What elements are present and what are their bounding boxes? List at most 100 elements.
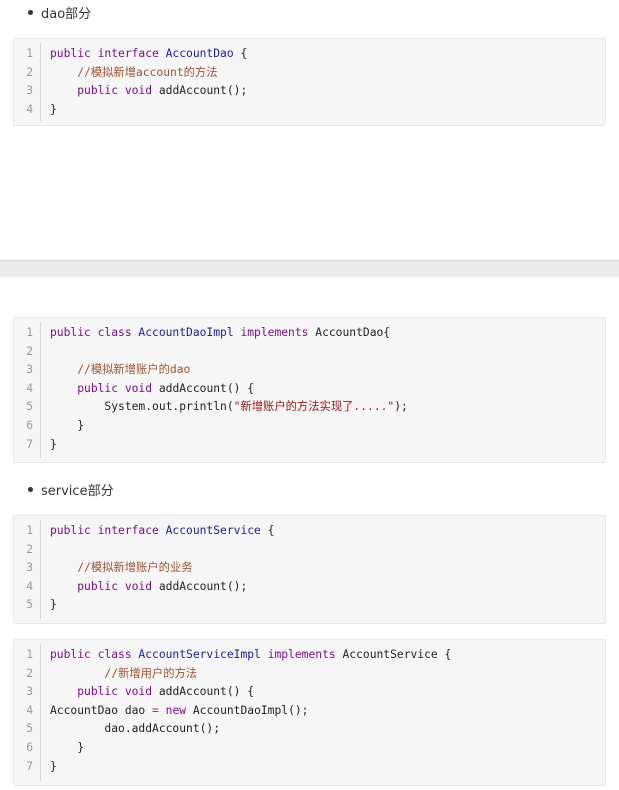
code-token: addAccount() { (158, 685, 255, 699)
line-number: 5 (26, 722, 33, 736)
code-token: "新增账户的方法实现了....." (233, 400, 395, 414)
code-token: class (97, 648, 139, 661)
code-token: { (260, 524, 275, 537)
code-token: //模拟新增账户的业务 (77, 561, 193, 575)
line-number: 5 (26, 598, 33, 612)
code-line: 2 //模拟新增account的方法 (14, 64, 605, 83)
code-text: AccountDao dao = new AccountDaoImpl(); (50, 702, 308, 721)
code-token: public (50, 47, 98, 60)
line-number: 2 (26, 542, 33, 556)
code-text: public void addAccount(); (50, 578, 247, 597)
code-line: 4} (14, 101, 605, 120)
bullet-dot (28, 9, 33, 15)
code-token: AccountService (165, 524, 261, 537)
service-section-heading: service部分 (28, 479, 114, 499)
code-text: //模拟新增account的方法 (50, 64, 218, 83)
code-text: } (50, 101, 57, 120)
code-text: public class AccountServiceImpl implemen… (50, 646, 451, 665)
code-token: AccountDao{ (315, 326, 391, 339)
code-line: 3 //模拟新增账户的dao (14, 361, 605, 380)
code-token: addAccount(); (158, 84, 248, 98)
code-line: 3 public void addAccount() { (14, 683, 605, 702)
code-token: void (124, 685, 159, 699)
code-token: void (124, 381, 159, 395)
line-number: 4 (26, 703, 33, 717)
code-line: 1 public class AccountDaoImpl implements … (14, 324, 605, 343)
code-text: } (50, 596, 57, 615)
code-token: public (77, 579, 125, 593)
code-text: } (50, 739, 84, 758)
line-number: 3 (26, 561, 33, 575)
code-token: AccountDaoImpl (138, 326, 241, 339)
code-text: //模拟新增账户的业务 (50, 559, 193, 578)
code-block-account-service-impl: 1 public class AccountServiceImpl impleme… (13, 639, 606, 786)
code-text: public interface AccountDao { (50, 45, 247, 64)
dao-section-label: dao部分 (41, 6, 92, 22)
code-token: //模拟新增账户的dao (77, 363, 191, 377)
line-number: 7 (26, 759, 33, 773)
code-line: 6 } (14, 417, 605, 436)
code-line: 2 //新增用户的方法 (14, 665, 605, 684)
code-text: //新增用户的方法 (50, 665, 197, 684)
code-text: //模拟新增账户的dao (50, 361, 190, 380)
code-token: public (50, 524, 98, 537)
code-line: 7} (14, 758, 605, 777)
dao-section-heading: dao部分 (28, 2, 91, 22)
code-token: //新增用户的方法 (104, 666, 198, 680)
code-token: } (50, 759, 57, 773)
code-token: AccountDao dao (50, 703, 153, 717)
code-token: ); (394, 400, 408, 414)
code-token: public (77, 685, 125, 699)
line-number: 1 (26, 326, 33, 339)
line-number: 6 (26, 741, 33, 754)
code-text: } (50, 417, 84, 436)
code-text: } (50, 758, 57, 777)
code-line: 7} (14, 436, 605, 455)
code-token: addAccount(); (158, 579, 248, 593)
code-line: 5} (14, 596, 605, 615)
code-token: AccountDaoImpl(); (192, 703, 309, 717)
line-number: 6 (26, 419, 33, 432)
code-token: implements (240, 326, 316, 339)
code-token: public (77, 381, 125, 395)
code-line: 3 //模拟新增账户的业务 (14, 559, 605, 578)
line-number: 3 (26, 363, 33, 377)
line-number: 4 (26, 579, 33, 593)
section-divider (0, 260, 619, 277)
code-token: interface (97, 524, 166, 537)
code-line: 4 public void addAccount() { (14, 380, 605, 399)
code-token: void (124, 84, 159, 98)
code-token: //模拟新增account的方法 (77, 65, 218, 79)
code-line: 1 public interface AccountDao { (14, 45, 605, 64)
code-token: class (97, 326, 139, 339)
service-section-label: service部分 (41, 483, 114, 499)
code-token: interface (97, 47, 166, 60)
code-token: addAccount() { (158, 381, 255, 395)
code-text: public void addAccount() { (50, 683, 254, 702)
line-number: 2 (26, 666, 33, 680)
code-text: public interface AccountService { (50, 522, 274, 541)
code-line: 6 } (14, 739, 605, 758)
code-line: 4 public void addAccount(); (14, 578, 605, 597)
line-number: 1 (26, 648, 33, 661)
code-token: AccountServiceImpl (138, 648, 268, 661)
code-line: 3 public void addAccount(); (14, 82, 605, 101)
code-token: AccountDao (165, 47, 234, 60)
line-number: 2 (26, 344, 33, 358)
code-line: 5 System.out.println("新增账户的方法实现了....."); (14, 398, 605, 417)
code-block-account-dao-impl: 1 public class AccountDaoImpl implements … (13, 317, 606, 463)
line-number: 1 (26, 524, 33, 537)
code-token: } (50, 741, 85, 754)
code-text: } (50, 436, 57, 455)
code-token: AccountService { (342, 648, 452, 661)
code-token: { (233, 47, 248, 60)
bullet-dot (28, 486, 33, 492)
line-number: 2 (26, 65, 33, 79)
line-number: 4 (26, 381, 33, 395)
code-token: = (152, 703, 166, 717)
line-number: 3 (26, 685, 33, 699)
